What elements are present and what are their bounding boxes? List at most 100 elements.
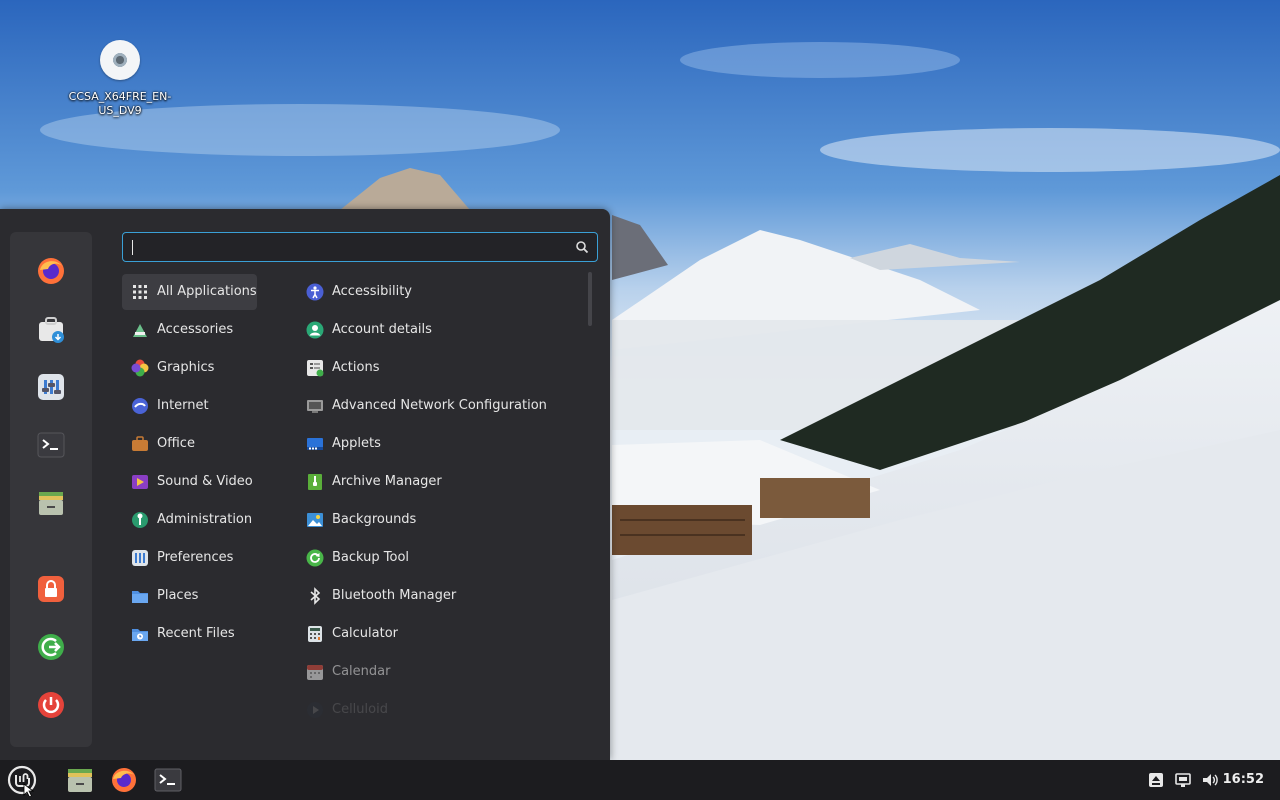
category-sound-video[interactable]: Sound & Video xyxy=(122,464,257,500)
accessibility-icon xyxy=(306,283,324,301)
app-bluetooth-manager[interactable]: Bluetooth Manager xyxy=(297,578,577,614)
bluetooth-icon xyxy=(310,587,321,605)
lock-screen-button[interactable] xyxy=(31,569,71,609)
category-label: Graphics xyxy=(157,360,215,375)
files-icon xyxy=(39,492,63,515)
panel-launcher-files[interactable] xyxy=(62,764,98,796)
category-all-applications[interactable]: All Applications xyxy=(122,274,257,310)
applets-icon xyxy=(307,438,323,450)
terminal-icon xyxy=(154,768,182,792)
app-label: Bluetooth Manager xyxy=(332,588,457,603)
search-box[interactable] xyxy=(122,232,598,262)
app-label: Account details xyxy=(332,322,432,337)
application-menu: All Applications Accessories Graphics In… xyxy=(0,209,610,760)
category-label: Places xyxy=(157,588,199,603)
folder-icon xyxy=(132,591,148,603)
app-backup-tool[interactable]: Backup Tool xyxy=(297,540,577,576)
favorites-sidebar xyxy=(10,232,92,747)
preferences-icon xyxy=(132,550,148,566)
category-accessories[interactable]: Accessories xyxy=(122,312,257,348)
category-preferences[interactable]: Preferences xyxy=(122,540,257,576)
category-recent-files[interactable]: Recent Files xyxy=(122,616,257,652)
lock-screen-icon xyxy=(38,576,64,602)
software-manager-icon xyxy=(39,317,64,343)
terminal-icon xyxy=(37,432,65,458)
sound-video-icon xyxy=(132,475,148,489)
app-label: Applets xyxy=(332,436,381,451)
logout-button[interactable] xyxy=(31,627,71,667)
category-label: Preferences xyxy=(157,550,234,565)
favorite-files[interactable] xyxy=(31,483,71,523)
app-actions[interactable]: Actions xyxy=(297,350,577,386)
backup-icon xyxy=(306,549,324,567)
favorite-terminal[interactable] xyxy=(31,425,71,465)
celluloid-icon xyxy=(307,702,323,718)
app-celluloid[interactable]: Celluloid xyxy=(297,692,577,728)
category-administration[interactable]: Administration xyxy=(122,502,257,538)
app-label: Archive Manager xyxy=(332,474,442,489)
app-label: Backup Tool xyxy=(332,550,410,565)
category-label: Office xyxy=(157,436,195,451)
shutdown-button[interactable] xyxy=(31,685,71,725)
favorite-system-settings[interactable] xyxy=(31,367,71,407)
shutdown-icon xyxy=(38,692,64,718)
category-internet[interactable]: Internet xyxy=(122,388,257,424)
network-icon[interactable] xyxy=(1175,772,1191,788)
category-places[interactable]: Places xyxy=(122,578,257,614)
recent-files-icon xyxy=(132,629,148,641)
logout-icon xyxy=(38,634,64,660)
files-icon xyxy=(68,769,92,792)
category-graphics[interactable]: Graphics xyxy=(122,350,257,386)
app-label: Advanced Network Configuration xyxy=(332,398,547,413)
app-account-details[interactable]: Account details xyxy=(297,312,577,348)
app-label: Actions xyxy=(332,360,380,375)
search-icon xyxy=(576,241,589,254)
archive-icon xyxy=(308,474,322,490)
account-icon xyxy=(306,321,324,339)
category-label: Accessories xyxy=(157,322,234,337)
app-archive-manager[interactable]: Archive Manager xyxy=(297,464,577,500)
app-label: Accessibility xyxy=(332,284,412,299)
text-cursor xyxy=(132,240,133,255)
category-label: Internet xyxy=(157,398,209,413)
calendar-icon xyxy=(307,665,323,680)
grid-icon xyxy=(133,285,147,299)
category-label: Administration xyxy=(157,512,253,527)
category-label: Recent Files xyxy=(157,626,235,641)
linux-mint-menu-icon xyxy=(7,765,37,796)
panel-launcher-firefox[interactable] xyxy=(106,764,142,796)
taskbar: 16:52 xyxy=(0,760,1280,800)
app-applets[interactable]: Applets xyxy=(297,426,577,462)
calculator-icon xyxy=(308,626,322,642)
system-settings-icon xyxy=(38,374,64,400)
app-list-scrollbar[interactable] xyxy=(588,272,592,326)
clock[interactable]: 16:52 xyxy=(1223,760,1264,800)
menu-button[interactable] xyxy=(4,764,40,796)
search-input[interactable] xyxy=(131,237,561,257)
backgrounds-icon xyxy=(307,513,323,527)
app-calculator[interactable]: Calculator xyxy=(297,616,577,652)
network-icon xyxy=(307,400,323,413)
desktop-icon-disc[interactable]: CCSA_X64FRE_EN-US_DV9 xyxy=(66,40,174,118)
category-office[interactable]: Office xyxy=(122,426,257,462)
favorite-firefox[interactable] xyxy=(31,251,71,291)
volume-icon[interactable] xyxy=(1202,772,1218,788)
app-calendar[interactable]: Calendar xyxy=(297,654,577,690)
app-label: Celluloid xyxy=(332,702,388,717)
panel-launcher-terminal[interactable] xyxy=(150,764,186,796)
app-accessibility[interactable]: Accessibility xyxy=(297,274,577,310)
internet-icon xyxy=(132,398,148,414)
firefox-icon xyxy=(38,258,64,284)
administration-icon xyxy=(132,512,148,528)
actions-icon xyxy=(307,360,324,377)
updates-icon[interactable] xyxy=(1148,772,1164,788)
app-advanced-network-configuration[interactable]: Advanced Network Configuration xyxy=(297,388,577,424)
favorite-software-manager[interactable] xyxy=(31,309,71,349)
app-label: Backgrounds xyxy=(332,512,417,527)
firefox-icon xyxy=(112,768,136,792)
category-label: All Applications xyxy=(157,284,257,299)
app-backgrounds[interactable]: Backgrounds xyxy=(297,502,577,538)
app-label: Calendar xyxy=(332,664,391,679)
desktop-icon-label: CCSA_X64FRE_EN-US_DV9 xyxy=(68,90,172,117)
office-icon xyxy=(132,436,148,451)
